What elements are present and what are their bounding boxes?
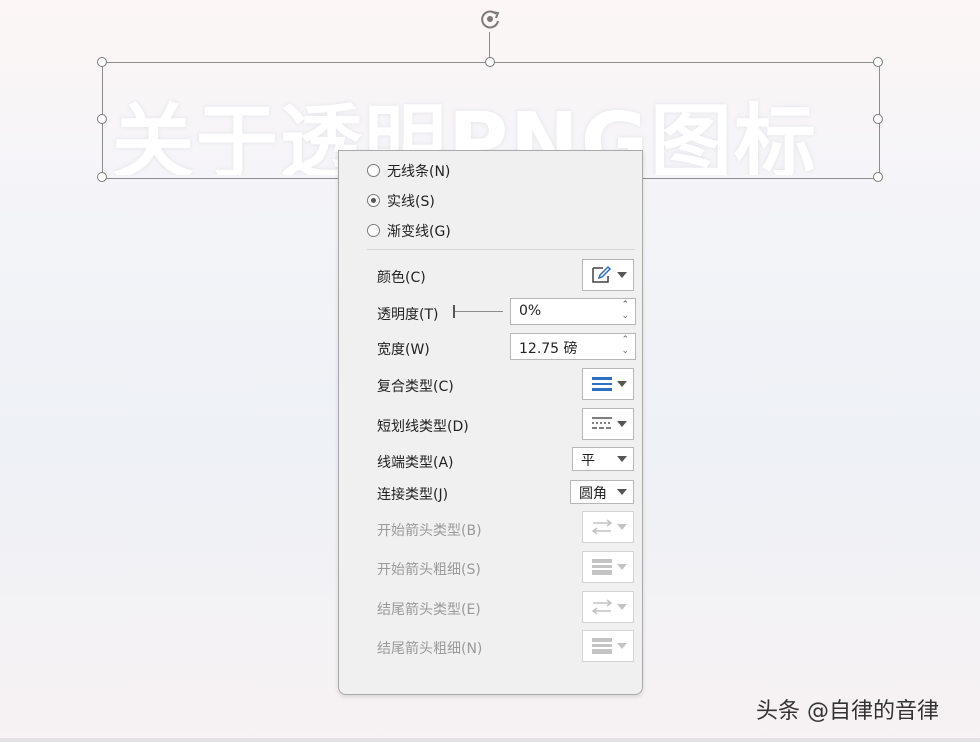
end-arrow-size-dropdown[interactable]	[582, 630, 634, 662]
resize-handle-top-right[interactable]	[873, 57, 883, 67]
cap-type-select[interactable]: 平	[572, 447, 634, 471]
radio-label: 实线(S)	[387, 194, 435, 210]
resize-handle-left[interactable]	[97, 114, 107, 124]
line-weight-icon	[591, 636, 613, 660]
transparency-value: 0%	[519, 303, 542, 319]
width-value: 12.75 磅	[519, 341, 578, 357]
resize-handle-bottom-left[interactable]	[97, 172, 107, 182]
slider-thumb[interactable]	[453, 305, 455, 318]
spinner-arrows-icon[interactable]: ⌃ ⌄	[621, 300, 629, 322]
dash-type-label: 短划线类型(D)	[377, 419, 469, 435]
radio-solid-line[interactable]: 实线(S)	[339, 187, 642, 215]
radio-label: 无线条(N)	[387, 164, 451, 180]
compound-lines-icon	[591, 374, 613, 398]
line-format-panel: 无线条(N) 实线(S) 渐变线(G) 颜色(C) 透明度(T) 0% ⌃ ⌄ 宽…	[338, 150, 643, 695]
cap-type-label: 线端类型(A)	[377, 455, 454, 471]
begin-arrow-size-label: 开始箭头粗细(S)	[377, 562, 481, 578]
width-input[interactable]: 12.75 磅 ⌃ ⌄	[510, 333, 636, 360]
slider-track	[453, 311, 503, 312]
arrow-swap-icon	[591, 597, 613, 621]
resize-handle-top[interactable]	[485, 57, 495, 67]
resize-handle-top-left[interactable]	[97, 57, 107, 67]
join-type-select[interactable]: 圆角	[570, 480, 634, 504]
rotate-handle-icon[interactable]	[477, 6, 503, 32]
width-label: 宽度(W)	[377, 342, 430, 358]
transparency-slider[interactable]	[339, 301, 509, 321]
radio-gradient-line[interactable]: 渐变线(G)	[339, 217, 642, 245]
radio-no-line[interactable]: 无线条(N)	[339, 157, 642, 185]
end-arrow-type-label: 结尾箭头类型(E)	[377, 602, 481, 618]
divider	[367, 249, 635, 250]
radio-button[interactable]	[367, 224, 380, 237]
begin-arrow-type-dropdown[interactable]	[582, 511, 634, 543]
join-type-value: 圆角	[579, 486, 607, 502]
radio-button[interactable]	[367, 194, 380, 207]
compound-type-dropdown[interactable]	[582, 368, 634, 400]
transparency-input[interactable]: 0% ⌃ ⌄	[510, 298, 636, 325]
arrow-swap-icon	[591, 517, 613, 541]
compound-type-label: 复合类型(C)	[377, 379, 454, 395]
dash-lines-icon	[591, 414, 613, 438]
slide-bottom-edge	[0, 738, 980, 742]
color-label: 颜色(C)	[377, 270, 426, 286]
end-arrow-size-label: 结尾箭头粗细(N)	[377, 641, 483, 657]
join-type-label: 连接类型(J)	[377, 487, 449, 503]
line-weight-icon	[591, 557, 613, 581]
pen-color-icon	[591, 265, 613, 289]
radio-button[interactable]	[367, 164, 380, 177]
resize-handle-bottom-right[interactable]	[873, 172, 883, 182]
watermark-text: 头条 @自律的音律	[756, 699, 939, 724]
resize-handle-right[interactable]	[873, 114, 883, 124]
spinner-arrows-icon[interactable]: ⌃ ⌄	[621, 335, 629, 357]
color-picker-button[interactable]	[582, 259, 634, 291]
end-arrow-type-dropdown[interactable]	[582, 591, 634, 623]
cap-type-value: 平	[581, 453, 595, 469]
radio-label: 渐变线(G)	[387, 224, 451, 240]
dash-type-dropdown[interactable]	[582, 408, 634, 440]
begin-arrow-size-dropdown[interactable]	[582, 551, 634, 583]
begin-arrow-type-label: 开始箭头类型(B)	[377, 523, 482, 539]
